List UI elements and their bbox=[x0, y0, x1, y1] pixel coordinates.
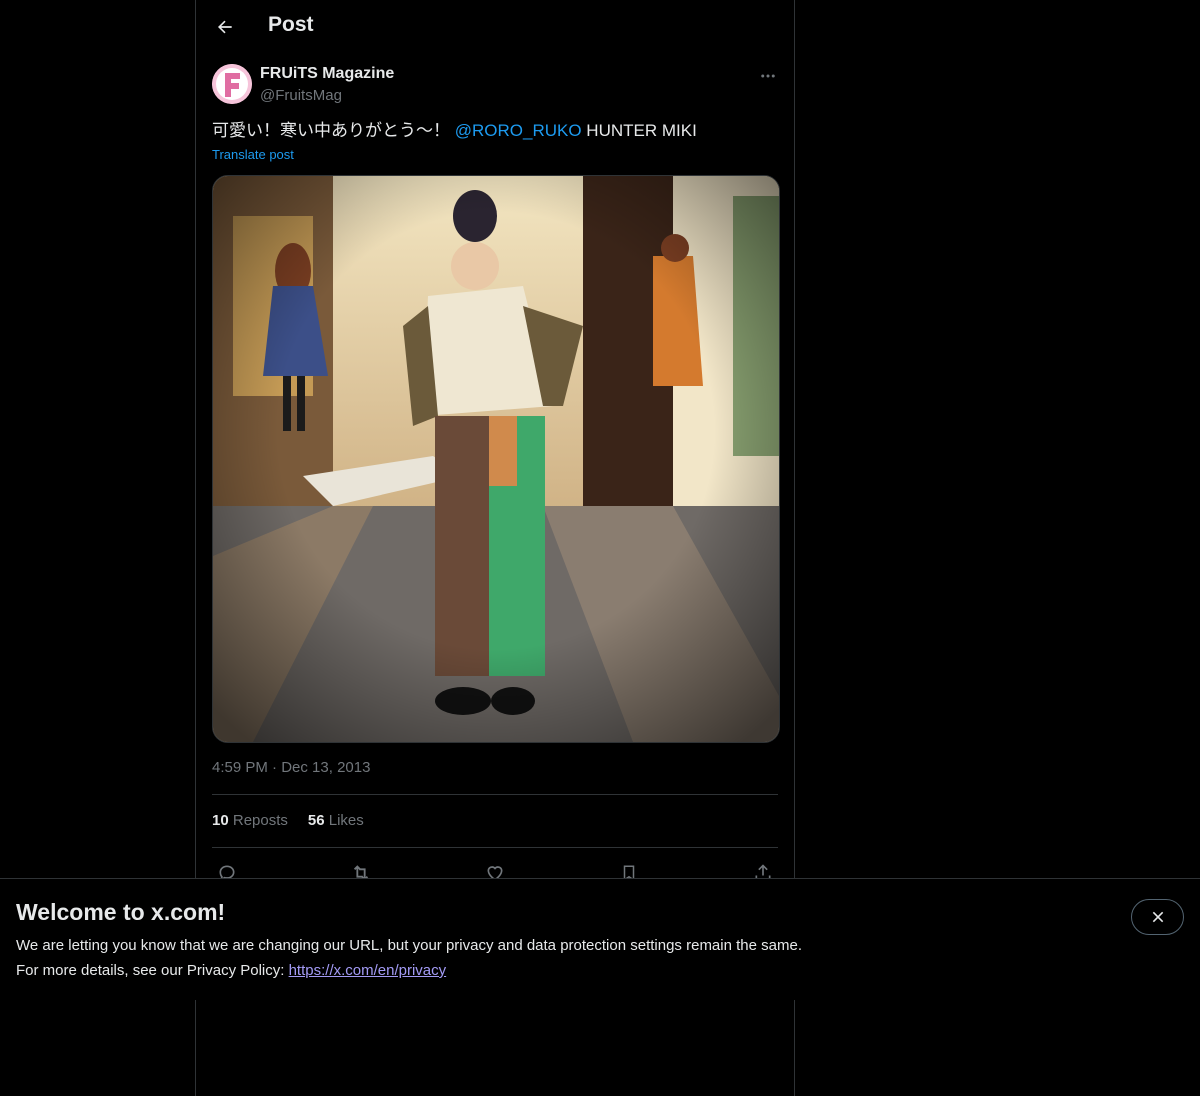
close-icon bbox=[1152, 911, 1163, 923]
post-image[interactable] bbox=[212, 175, 780, 743]
privacy-policy-link[interactable]: https://x.com/en/privacy bbox=[289, 962, 447, 979]
banner-title: Welcome to x.com! bbox=[16, 899, 226, 925]
likes-label: Likes bbox=[328, 812, 364, 829]
reposts-count: 10 bbox=[212, 812, 229, 829]
translate-post-link[interactable]: Translate post bbox=[212, 147, 294, 162]
reposts-stat[interactable]: 10 Reposts bbox=[212, 812, 288, 829]
author-handle[interactable]: @FruitsMag bbox=[260, 87, 342, 104]
post-time: 4:59 PM bbox=[212, 759, 268, 776]
fruits-logo-icon bbox=[212, 64, 252, 104]
post-text-body: 可愛い！寒い中ありがとう〜！ bbox=[212, 121, 455, 140]
more-icon bbox=[761, 74, 775, 78]
page-title: Post bbox=[268, 13, 314, 36]
close-banner-button[interactable] bbox=[1131, 899, 1184, 935]
street-photo bbox=[213, 176, 779, 742]
reposts-label: Reposts bbox=[232, 812, 288, 829]
more-options-button[interactable] bbox=[754, 62, 782, 90]
likes-count: 56 bbox=[307, 812, 325, 829]
url-change-banner: Welcome to x.com! We are letting you kno… bbox=[0, 878, 1200, 1000]
avatar[interactable] bbox=[212, 64, 252, 104]
post-date: Dec 13, 2013 bbox=[281, 759, 371, 776]
author-name[interactable]: FRUiTS Magazine bbox=[260, 65, 394, 83]
arrow-left-icon bbox=[218, 20, 232, 34]
divider bbox=[212, 847, 778, 848]
likes-stat[interactable]: 56 Likes bbox=[308, 812, 364, 829]
divider bbox=[212, 794, 778, 795]
banner-message: We are letting you know that we are chan… bbox=[16, 937, 802, 954]
back-button[interactable] bbox=[208, 10, 242, 44]
banner-privacy-line: For more details, see our Privacy Policy… bbox=[16, 962, 446, 979]
post-stats: 10 Reposts 56 Likes bbox=[212, 812, 364, 829]
post-header: Post bbox=[196, 0, 794, 54]
post-text: 可愛い！寒い中ありがとう〜！ @RORO_RUKO HUNTER MIKI bbox=[212, 119, 697, 143]
banner-privacy-prefix: For more details, see our Privacy Policy… bbox=[16, 962, 289, 979]
post-text-tail: HUNTER MIKI bbox=[581, 121, 697, 140]
post-timestamp[interactable]: 4:59 PM · Dec 13, 2013 bbox=[212, 759, 370, 776]
timestamp-separator: · bbox=[272, 759, 278, 776]
mention-link[interactable]: @RORO_RUKO bbox=[455, 121, 582, 140]
